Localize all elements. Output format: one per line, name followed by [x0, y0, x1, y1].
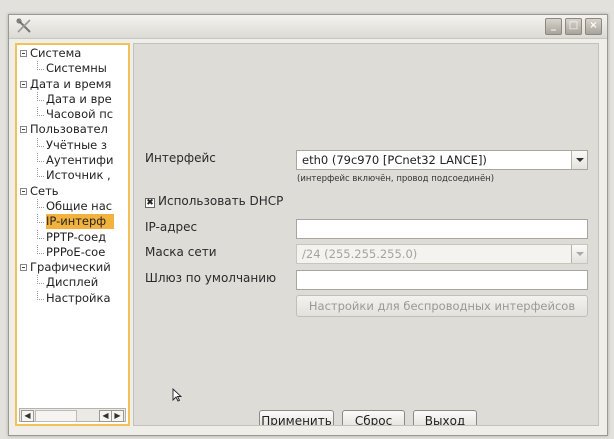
- sidebar-item-label: Аутентифи: [46, 153, 114, 168]
- sidebar-item[interactable]: PPPoE-сое: [17, 244, 128, 260]
- sidebar-item-label: IP-интерф: [46, 214, 115, 230]
- sidebar-item-label: Общие нас: [46, 198, 113, 213]
- sidebar-item[interactable]: Сеть: [17, 184, 128, 199]
- tree-connector: [37, 290, 44, 300]
- tools-icon: [16, 18, 31, 33]
- interface-status: (интерфейс включён, провод подсоединён): [297, 174, 495, 184]
- sidebar-item[interactable]: IP-интерф: [17, 214, 128, 230]
- sidebar-item[interactable]: Системны: [17, 61, 128, 76]
- exit-button[interactable]: Выход: [413, 410, 477, 425]
- netmask-select[interactable]: /24 (255.255.255.0): [296, 244, 588, 264]
- tree-connector: [37, 153, 44, 163]
- tree-connector: [37, 214, 44, 224]
- wireless-settings-button[interactable]: Настройки для беспроводных интерфейсов: [296, 295, 588, 317]
- sidebar-item-label: Графический: [30, 260, 111, 275]
- sidebar-item-label: Источник ,: [46, 168, 111, 183]
- dhcp-checkbox[interactable]: ✖: [145, 198, 155, 208]
- reset-button[interactable]: Сброс: [342, 410, 405, 425]
- scrollbar-thumb[interactable]: [35, 410, 77, 422]
- tree-connector: [37, 275, 44, 285]
- sidebar-item[interactable]: Пользовател: [17, 122, 128, 137]
- sidebar-item-label: PPTP-соед: [46, 229, 107, 244]
- sidebar-item[interactable]: Учётные з: [17, 137, 128, 153]
- sidebar-item-label: Система: [30, 46, 82, 60]
- sidebar-item[interactable]: Источник ,: [17, 168, 128, 183]
- sidebar-item[interactable]: Система: [17, 46, 128, 61]
- gateway-label: Шлюз по умолчанию: [145, 271, 277, 285]
- configurator-window: _ □ × Система Системны Дата и время Дата и …: [8, 14, 608, 436]
- maximize-button[interactable]: □: [565, 18, 582, 35]
- gateway-input[interactable]: [296, 270, 588, 290]
- mouse-pointer-icon: [172, 388, 182, 402]
- chevron-down-icon[interactable]: [571, 151, 587, 169]
- netmask-value: /24 (255.255.255.0): [302, 247, 418, 261]
- tree-collapse-icon[interactable]: [20, 80, 27, 88]
- tree-connector: [37, 198, 44, 208]
- sidebar-item-label: Дисплей: [46, 275, 99, 290]
- tree-connector: [37, 229, 44, 239]
- tree-collapse-icon[interactable]: [20, 187, 27, 195]
- sidebar-item[interactable]: Общие нас: [17, 198, 128, 214]
- sidebar-item-label: Пользовател: [30, 122, 108, 137]
- sidebar-item-label: Часовой пс: [46, 107, 114, 122]
- sidebar-item-label: Настройка: [46, 290, 111, 305]
- chevron-down-icon-netmask[interactable]: [571, 245, 587, 263]
- sidebar-tree[interactable]: Система Системны Дата и время Дата и вре Час…: [15, 43, 130, 426]
- tree-connector: [37, 61, 44, 71]
- apply-button[interactable]: Применить: [259, 410, 334, 425]
- sidebar-item[interactable]: Аутентифи: [17, 153, 128, 168]
- sidebar-item-label: Учётные з: [46, 137, 108, 152]
- tree-connector: [37, 107, 44, 117]
- scroll-right-icon[interactable]: ▶: [111, 410, 124, 422]
- tree-connector: [37, 137, 44, 147]
- dhcp-label[interactable]: Использовать DHCP: [158, 194, 283, 208]
- minimize-button[interactable]: _: [545, 18, 562, 35]
- sidebar-item-label: Дата и вре: [46, 91, 112, 106]
- ip-address-label: IP-адрес: [145, 220, 198, 234]
- sidebar-item[interactable]: Дата и время: [17, 77, 128, 92]
- tree-connector: [37, 168, 44, 178]
- ip-address-input[interactable]: [296, 219, 588, 239]
- tree-connector: [37, 91, 44, 101]
- tree-list: Система Системны Дата и время Дата и вре Час…: [17, 46, 128, 306]
- netmask-label: Маска сети: [145, 245, 217, 259]
- sidebar-item[interactable]: Дисплей: [17, 275, 128, 290]
- sidebar-item[interactable]: Графический: [17, 260, 128, 275]
- sidebar-item-label: Сеть: [30, 183, 59, 198]
- interface-label: Интерфейс: [145, 151, 216, 165]
- close-button[interactable]: ×: [585, 18, 602, 35]
- sidebar-item-label: Дата и время: [30, 76, 112, 91]
- settings-panel: Интерфейс eth0 (79c970 [PCnet32 LANCE]) …: [133, 43, 599, 426]
- sidebar-item-label: PPPoE-сое: [46, 244, 106, 259]
- tree-connector: [37, 244, 44, 254]
- sidebar-item[interactable]: Настройка: [17, 290, 128, 306]
- sidebar-item[interactable]: Часовой пс: [17, 107, 128, 122]
- interface-select[interactable]: eth0 (79c970 [PCnet32 LANCE]): [296, 150, 588, 170]
- tree-collapse-icon[interactable]: [20, 50, 27, 57]
- horizontal-scrollbar[interactable]: ◀ ◀ ▶: [19, 408, 126, 422]
- interface-value: eth0 (79c970 [PCnet32 LANCE]): [302, 153, 487, 167]
- tree-collapse-icon[interactable]: [20, 126, 27, 134]
- sidebar-item[interactable]: PPTP-соед: [17, 229, 128, 245]
- sidebar-item[interactable]: Дата и вре: [17, 91, 128, 107]
- scroll-left-icon[interactable]: ◀: [21, 410, 34, 422]
- tree-collapse-icon[interactable]: [20, 264, 27, 272]
- sidebar-item-label: Системны: [46, 61, 107, 76]
- title-bar[interactable]: _ □ ×: [9, 15, 607, 39]
